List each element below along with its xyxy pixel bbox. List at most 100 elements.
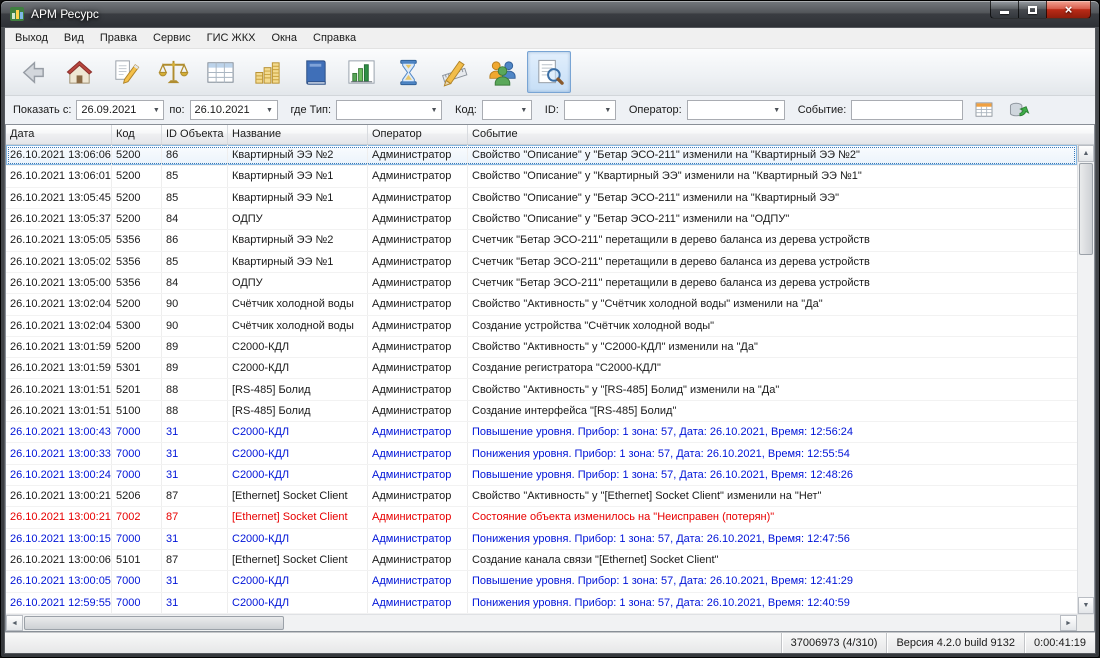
status-version: Версия 4.2.0 build 9132 bbox=[886, 633, 1024, 653]
event-label: Событие: bbox=[798, 104, 847, 116]
table-row[interactable]: 26.10.2021 13:05:37 5200 84 ОДПУ Админис… bbox=[6, 209, 1077, 230]
scroll-up-icon[interactable]: ▲ bbox=[1078, 145, 1094, 162]
menu-exit[interactable]: Выход bbox=[7, 29, 56, 47]
table-row[interactable]: 26.10.2021 13:00:05 7000 31 С2000-КДЛ Ад… bbox=[6, 571, 1077, 592]
close-button[interactable]: × bbox=[1046, 1, 1091, 19]
grid-report-button[interactable] bbox=[970, 98, 998, 122]
balance-button[interactable] bbox=[151, 51, 195, 93]
cell-operator: Администратор bbox=[368, 401, 468, 421]
code-label: Код: bbox=[455, 104, 477, 116]
back-button[interactable] bbox=[10, 51, 54, 93]
chevron-down-icon[interactable]: ▼ bbox=[770, 107, 784, 114]
cell-operator: Администратор bbox=[368, 443, 468, 463]
book-button[interactable] bbox=[292, 51, 336, 93]
table-row[interactable]: 26.10.2021 13:01:51 5201 88 [RS-485] Бол… bbox=[6, 379, 1077, 400]
scroll-right-icon[interactable]: ► bbox=[1060, 615, 1077, 631]
type-combo[interactable]: ▼ bbox=[336, 100, 442, 120]
table-row[interactable]: 26.10.2021 13:05:00 5356 84 ОДПУ Админис… bbox=[6, 273, 1077, 294]
vertical-scroll-thumb[interactable] bbox=[1079, 163, 1093, 255]
event-input[interactable] bbox=[851, 100, 963, 120]
table-row[interactable]: 26.10.2021 13:01:59 5200 89 С2000-КДЛ Ад… bbox=[6, 337, 1077, 358]
drawing-tools-button[interactable] bbox=[433, 51, 477, 93]
table-row[interactable]: 26.10.2021 13:01:51 5100 88 [RS-485] Бол… bbox=[6, 401, 1077, 422]
table-row[interactable]: 26.10.2021 13:06:01 5200 85 Квартирный Э… bbox=[6, 166, 1077, 187]
menu-service[interactable]: Сервис bbox=[145, 29, 199, 47]
date-to-value: 26.10.2021 bbox=[195, 104, 250, 116]
column-header-operator[interactable]: Оператор bbox=[368, 125, 468, 144]
column-header-name[interactable]: Название bbox=[228, 125, 368, 144]
code-combo[interactable]: ▼ bbox=[482, 100, 532, 120]
operator-combo[interactable]: ▼ bbox=[687, 100, 785, 120]
cell-code: 7002 bbox=[112, 507, 162, 527]
titlebar[interactable]: АРМ Ресурс × bbox=[1, 1, 1099, 27]
cell-object-id: 31 bbox=[162, 443, 228, 463]
minimize-button[interactable] bbox=[990, 1, 1019, 19]
chart-button[interactable] bbox=[339, 51, 383, 93]
table-row[interactable]: 26.10.2021 12:59:55 7000 31 С2000-КДЛ Ад… bbox=[6, 593, 1077, 614]
edit-notes-button[interactable] bbox=[104, 51, 148, 93]
horizontal-scrollbar[interactable]: ◄ ► bbox=[6, 614, 1094, 631]
chevron-down-icon[interactable]: ▼ bbox=[601, 107, 615, 114]
users-button[interactable] bbox=[480, 51, 524, 93]
vertical-scroll-track[interactable] bbox=[1078, 256, 1094, 597]
cell-code: 5301 bbox=[112, 358, 162, 378]
chevron-down-icon[interactable]: ▼ bbox=[149, 107, 163, 114]
cell-object-id: 31 bbox=[162, 465, 228, 485]
menu-gis-zhkh[interactable]: ГИС ЖКХ bbox=[199, 29, 264, 47]
scroll-down-icon[interactable]: ▼ bbox=[1078, 597, 1094, 614]
finance-columns-button[interactable] bbox=[245, 51, 289, 93]
cell-date: 26.10.2021 13:05:45 bbox=[6, 188, 112, 208]
table-row[interactable]: 26.10.2021 13:00:21 7002 87 [Ethernet] S… bbox=[6, 507, 1077, 528]
table-row[interactable]: 26.10.2021 13:02:04 5300 90 Счётчик холо… bbox=[6, 316, 1077, 337]
scroll-left-icon[interactable]: ◄ bbox=[6, 615, 23, 631]
status-counter: 37006973 (4/310) bbox=[781, 633, 887, 653]
chevron-down-icon[interactable]: ▼ bbox=[517, 107, 531, 114]
table-row[interactable]: 26.10.2021 13:05:02 5356 85 Квартирный Э… bbox=[6, 252, 1077, 273]
table-row[interactable]: 26.10.2021 13:02:04 5200 90 Счётчик холо… bbox=[6, 294, 1077, 315]
chevron-down-icon[interactable]: ▼ bbox=[427, 107, 441, 114]
cell-event: Свойство "Описание" у "Бетар ЭСО-211" из… bbox=[468, 145, 1077, 165]
cell-name: Квартирный ЭЭ №2 bbox=[228, 230, 368, 250]
menu-windows[interactable]: Окна bbox=[263, 29, 305, 47]
table-row[interactable]: 26.10.2021 13:06:06 5200 86 Квартирный Э… bbox=[6, 145, 1077, 166]
export-button[interactable] bbox=[1005, 98, 1033, 122]
date-from-combo[interactable]: 26.09.2021▼ bbox=[76, 100, 164, 120]
column-header-object-id[interactable]: ID Объекта bbox=[162, 125, 228, 144]
app-window: АРМ Ресурс × Выход Вид Правка Сервис ГИС… bbox=[0, 0, 1100, 658]
id-combo[interactable]: ▼ bbox=[564, 100, 616, 120]
table-row[interactable]: 26.10.2021 13:00:21 5206 87 [Ethernet] S… bbox=[6, 486, 1077, 507]
cell-operator: Администратор bbox=[368, 316, 468, 336]
table-row[interactable]: 26.10.2021 13:00:24 7000 31 С2000-КДЛ Ад… bbox=[6, 465, 1077, 486]
cell-code: 5101 bbox=[112, 550, 162, 570]
table-button[interactable] bbox=[198, 51, 242, 93]
column-header-code[interactable]: Код bbox=[112, 125, 162, 144]
menu-help[interactable]: Справка bbox=[305, 29, 364, 47]
cell-object-id: 85 bbox=[162, 188, 228, 208]
table-row[interactable]: 26.10.2021 13:00:43 7000 31 С2000-КДЛ Ад… bbox=[6, 422, 1077, 443]
table-row[interactable]: 26.10.2021 13:00:15 7000 31 С2000-КДЛ Ад… bbox=[6, 529, 1077, 550]
operator-label: Оператор: bbox=[629, 104, 682, 116]
home-button[interactable] bbox=[57, 51, 101, 93]
menu-view[interactable]: Вид bbox=[56, 29, 92, 47]
table-row[interactable]: 26.10.2021 13:05:05 5356 86 Квартирный Э… bbox=[6, 230, 1077, 251]
cell-code: 7000 bbox=[112, 593, 162, 613]
table-row[interactable]: 26.10.2021 13:00:06 5101 87 [Ethernet] S… bbox=[6, 550, 1077, 571]
column-header-date[interactable]: Дата bbox=[6, 125, 112, 144]
window-controls: × bbox=[990, 1, 1091, 19]
hourglass-button[interactable] bbox=[386, 51, 430, 93]
table-row[interactable]: 26.10.2021 13:05:45 5200 85 Квартирный Э… bbox=[6, 188, 1077, 209]
cell-operator: Администратор bbox=[368, 379, 468, 399]
vertical-scrollbar[interactable]: ▲ ▼ bbox=[1077, 145, 1094, 614]
menu-edit[interactable]: Правка bbox=[92, 29, 145, 47]
search-journal-button[interactable] bbox=[527, 51, 571, 93]
table-row[interactable]: 26.10.2021 13:00:33 7000 31 С2000-КДЛ Ад… bbox=[6, 443, 1077, 464]
date-to-combo[interactable]: 26.10.2021 ▼ bbox=[190, 100, 278, 120]
table-row[interactable]: 26.10.2021 13:01:59 5301 89 С2000-КДЛ Ад… bbox=[6, 358, 1077, 379]
column-header-event[interactable]: Событие bbox=[468, 125, 1094, 144]
maximize-button[interactable] bbox=[1019, 1, 1046, 19]
cell-operator: Администратор bbox=[368, 593, 468, 613]
horizontal-scroll-thumb[interactable] bbox=[24, 616, 284, 630]
show-from-label: Показать с: bbox=[13, 104, 71, 116]
chevron-down-icon[interactable]: ▼ bbox=[263, 107, 277, 114]
horizontal-scroll-track[interactable] bbox=[285, 615, 1060, 631]
